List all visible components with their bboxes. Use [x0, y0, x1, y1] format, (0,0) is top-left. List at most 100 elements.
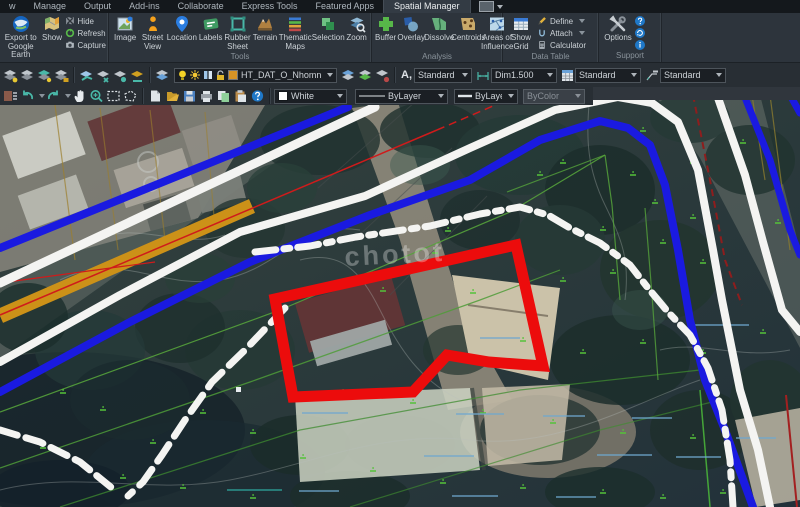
terrain-button[interactable]: Terrain	[252, 14, 279, 52]
rubber-sheet-button[interactable]: Rubber Sheet	[223, 14, 251, 52]
undo-icon[interactable]	[20, 89, 35, 103]
chevron-down-icon	[508, 94, 514, 98]
google-earth-icon	[12, 15, 30, 33]
layer-freeze2-icon[interactable]	[375, 68, 390, 83]
select-window-icon[interactable]	[106, 89, 121, 103]
linetype-combo[interactable]: ByLayer	[355, 89, 448, 104]
thematic-maps-button[interactable]: Thematic Maps	[278, 14, 312, 52]
mleader-style-combo[interactable]: Standard	[660, 68, 726, 83]
text-style-icon[interactable]: A,	[401, 69, 412, 81]
tools-icon	[609, 15, 627, 33]
lineweight-combo[interactable]: ByLayer	[454, 89, 518, 104]
selection-button[interactable]: Selection	[312, 14, 344, 52]
capture-button[interactable]: Capture	[65, 40, 106, 50]
zoom-tool-button[interactable]: Zoom	[344, 14, 369, 52]
layer-off-icon[interactable]	[96, 68, 111, 83]
tab-spatial-manager[interactable]: Spatial Manager	[383, 0, 471, 13]
object-color-combo[interactable]: White	[274, 89, 347, 104]
menu-item-addins[interactable]: Add-ins	[120, 0, 169, 13]
chevron-down-icon[interactable]	[39, 94, 45, 98]
pan-icon[interactable]	[72, 89, 87, 103]
chevron-down-icon	[575, 94, 581, 98]
update-icon[interactable]	[635, 28, 645, 38]
layer-lock-icon[interactable]	[54, 68, 69, 83]
ribbon-display-icon[interactable]	[479, 1, 494, 12]
new-drawing-icon[interactable]	[148, 89, 163, 103]
support-small-buttons	[635, 14, 651, 51]
dissolve-icon	[430, 15, 448, 33]
location-button[interactable]: Location	[166, 14, 198, 52]
refresh-button[interactable]: Refresh	[65, 28, 106, 38]
dim-style-combo[interactable]: Dim1.500	[491, 68, 557, 83]
text-style-combo[interactable]: Standard	[414, 68, 472, 83]
copy-icon[interactable]	[216, 89, 231, 103]
layer-states-icon[interactable]	[20, 68, 35, 83]
open-drawing-icon[interactable]	[165, 89, 180, 103]
calculator-button[interactable]: Calculator	[537, 40, 595, 50]
ribbon-empty-space	[662, 13, 800, 62]
labels-icon	[202, 15, 220, 33]
layer-name: HT_DAT_O_Nhomnhao	[241, 70, 321, 80]
redo-icon[interactable]	[46, 89, 61, 103]
panel-data-table: Show Grid Define Attach Ca	[503, 13, 599, 62]
zoom-window-icon[interactable]	[89, 89, 104, 103]
mleader-style-value: Standard	[664, 70, 710, 80]
properties-toolbar: White ByLayer ByLayer ByColor	[0, 87, 593, 105]
overlay-button[interactable]: Overlay	[397, 14, 425, 52]
menu-item-collaborate[interactable]: Collaborate	[169, 0, 233, 13]
layer-previous-icon[interactable]	[155, 68, 170, 83]
menu-item-manage[interactable]: Manage	[25, 0, 76, 13]
table-style-combo[interactable]: Standard	[575, 68, 641, 83]
layer-match-icon[interactable]	[130, 68, 145, 83]
map-canvas[interactable]: chotot	[0, 100, 800, 507]
layer-isolate-icon[interactable]	[37, 68, 52, 83]
attach-button[interactable]: Attach	[537, 28, 595, 38]
make-object-layer-icon[interactable]	[341, 68, 356, 83]
layer-on-icon[interactable]	[113, 68, 128, 83]
match-properties-icon[interactable]	[3, 89, 18, 103]
menu-item-express-tools[interactable]: Express Tools	[233, 0, 307, 13]
export-google-earth-button[interactable]: Export to Google Earth	[2, 14, 39, 61]
chevron-down-icon[interactable]	[497, 5, 503, 9]
layer-walk-icon[interactable]	[358, 68, 373, 83]
show-grid-button[interactable]: Show Grid	[505, 14, 537, 52]
layer-properties-icon[interactable]	[3, 68, 18, 83]
refresh-icon	[65, 28, 75, 38]
help-icon[interactable]	[635, 16, 645, 26]
layer-color-chip	[228, 70, 238, 80]
dissolve-button[interactable]: Dissolve	[425, 14, 453, 52]
chevron-down-icon[interactable]	[65, 94, 71, 98]
layer-combo[interactable]: HT_DAT_O_Nhomnhao	[174, 68, 337, 83]
centroids-button[interactable]: Centroids	[453, 14, 483, 52]
image-button[interactable]: Image	[111, 14, 139, 52]
help-circle-icon[interactable]	[250, 89, 265, 103]
menu-item-featured-apps[interactable]: Featured Apps	[306, 0, 383, 13]
define-button[interactable]: Define	[537, 16, 595, 26]
hide-button[interactable]: Hide	[65, 16, 106, 26]
layer-freeze-icon[interactable]	[79, 68, 94, 83]
menu-item-view[interactable]: w	[0, 0, 25, 13]
save-drawing-icon[interactable]	[182, 89, 197, 103]
labels-button[interactable]: Labels	[198, 14, 224, 52]
calculator-icon	[537, 40, 547, 50]
linetype-preview	[359, 94, 385, 98]
buffer-button[interactable]: Buffer	[374, 14, 397, 52]
plot-style-combo: ByColor	[523, 89, 585, 104]
menu-item-output[interactable]: Output	[75, 0, 120, 13]
lineweight-value: ByLayer	[475, 91, 502, 101]
street-view-button[interactable]: Street View	[139, 14, 166, 52]
pencil-icon	[537, 16, 547, 26]
info-icon[interactable]	[635, 40, 645, 50]
separator	[142, 88, 144, 104]
panel-label-tools: Tools	[109, 52, 371, 62]
paste-icon[interactable]	[233, 89, 248, 103]
show-background-map-button[interactable]: Show	[39, 14, 64, 61]
panel-tools: Image Street View Location Labels Rubber…	[109, 13, 372, 62]
chevron-down-icon	[579, 31, 585, 35]
panel-label-data-table: Data Table	[503, 52, 598, 62]
select-polygon-icon[interactable]	[123, 89, 138, 103]
chevron-down-icon	[337, 94, 343, 98]
paperclip-icon	[537, 28, 547, 38]
options-button[interactable]: Options	[601, 14, 635, 51]
plot-icon[interactable]	[199, 89, 214, 103]
